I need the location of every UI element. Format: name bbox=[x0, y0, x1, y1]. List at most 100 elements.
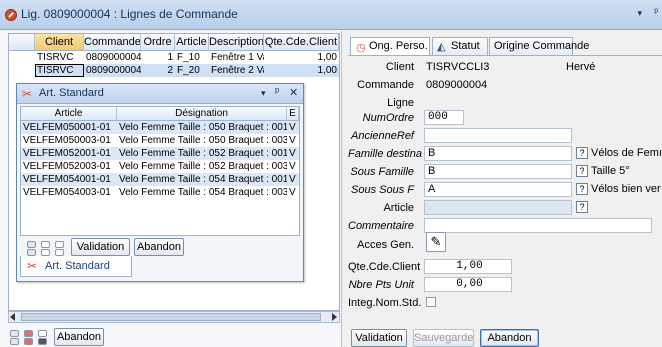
table-row-cell-ordre[interactable]: 2 bbox=[141, 64, 175, 77]
option-icon[interactable] bbox=[38, 330, 47, 337]
qte-label: Qte.Cde.Client bbox=[348, 261, 421, 273]
table-row-cell-article: VELFEM054003-01 bbox=[23, 187, 111, 198]
abandon-button[interactable]: Abandon bbox=[134, 238, 184, 256]
option-icon[interactable] bbox=[41, 249, 50, 256]
art-standard-titlebar[interactable]: ✂ Art. Standard ▾ ᵖ ✕ bbox=[17, 84, 303, 104]
move-down-icon[interactable] bbox=[10, 338, 19, 345]
window-menu-arrow-icon[interactable]: ▾ bbox=[261, 88, 266, 99]
option-icon[interactable] bbox=[38, 338, 47, 345]
famille-description: Vélos de Femı bbox=[591, 147, 661, 159]
option-icon[interactable] bbox=[55, 249, 64, 256]
integ-checkbox[interactable] bbox=[426, 297, 436, 307]
window-pin-icon[interactable]: ᵖ bbox=[275, 86, 279, 98]
edit-icon[interactable]: ✎ bbox=[426, 232, 446, 252]
option-icon[interactable] bbox=[55, 241, 64, 248]
help-icon[interactable]: ? bbox=[576, 165, 588, 177]
abandon-button[interactable]: Abandon bbox=[54, 328, 104, 346]
column-header-client[interactable]: Client bbox=[35, 34, 84, 51]
help-icon[interactable]: ? bbox=[576, 147, 588, 159]
tools-icon: ✂ bbox=[22, 87, 33, 101]
table-row[interactable]: VELFEM054001-01 Velo Femme Taille : 054 … bbox=[21, 173, 299, 186]
table-row-cell-e: V bbox=[289, 148, 296, 159]
abandon-button[interactable]: Abandon bbox=[480, 329, 539, 347]
ancienneref-field[interactable] bbox=[424, 128, 572, 143]
qte-field[interactable]: 1,00 bbox=[424, 259, 512, 274]
sousfamille-field[interactable]: B bbox=[424, 164, 572, 179]
horizontal-scrollbar[interactable] bbox=[8, 311, 340, 323]
tab-label: Statut bbox=[451, 40, 480, 52]
table-row-cell-article: VELFEM054001-01 bbox=[23, 174, 111, 185]
column-header-qte[interactable]: Qte.Cde.Client bbox=[264, 34, 339, 51]
table-row-cell-article: VELFEM050001-01 bbox=[23, 122, 111, 133]
table-row[interactable]: VELFEM054003-01 Velo Femme Taille : 054 … bbox=[21, 186, 299, 199]
table-row-cell-client[interactable]: TISRVC bbox=[35, 64, 84, 77]
article-label: Article bbox=[383, 202, 414, 214]
table-row[interactable]: VELFEM050001-01 Velo Femme Taille : 050 … bbox=[21, 121, 299, 134]
article-field[interactable] bbox=[424, 200, 572, 215]
commande-value: 0809000004 bbox=[426, 79, 488, 91]
form-panel: Client TISRVCCLI3 Hervé Commande 0809000… bbox=[348, 55, 662, 318]
help-icon[interactable]: ? bbox=[576, 201, 588, 213]
validation-button[interactable]: Validation bbox=[71, 238, 130, 256]
numordre-label: NumOrdre bbox=[362, 112, 414, 124]
table-row-cell-designation: Velo Femme Taille : 050 Braquet : 003 bbox=[119, 135, 287, 146]
table-row-cell-designation: Velo Femme Taille : 054 Braquet : 003 bbox=[119, 187, 287, 198]
tab-art-standard[interactable]: ✂ Art. Standard bbox=[20, 256, 132, 277]
validation-button[interactable]: Validation bbox=[351, 329, 407, 347]
client-value: TISRVCCLI3 bbox=[426, 61, 490, 73]
table-row-cell-article[interactable]: F_10 bbox=[175, 51, 209, 64]
table-row-cell-article: VELFEM052003-01 bbox=[23, 161, 111, 172]
table-row-cell-ordre[interactable]: 1 bbox=[141, 51, 175, 64]
tab-label: Ong. Perso. bbox=[369, 40, 428, 52]
scroll-thumb[interactable] bbox=[21, 313, 321, 321]
column-header-article[interactable]: Article bbox=[175, 34, 209, 51]
help-icon[interactable]: ? bbox=[576, 183, 588, 195]
move-up-icon[interactable] bbox=[27, 241, 36, 248]
table-row-cell-article[interactable]: F_20 bbox=[175, 64, 209, 77]
window-menu-arrow-icon[interactable]: ▾ bbox=[637, 8, 642, 19]
table-row-cell-client[interactable]: TISRVC bbox=[35, 51, 84, 64]
move-down-icon[interactable] bbox=[27, 249, 36, 256]
table-row[interactable]: VELFEM050003-01 Velo Femme Taille : 050 … bbox=[21, 134, 299, 147]
numordre-field[interactable]: 000 bbox=[424, 110, 464, 125]
table-row-cell-commande[interactable]: 0809000004 bbox=[84, 51, 141, 64]
table-row[interactable]: VELFEM052003-01 Velo Femme Taille : 052 … bbox=[21, 160, 299, 173]
table-row[interactable]: VELFEM052001-01 Velo Femme Taille : 052 … bbox=[21, 147, 299, 160]
option-icon[interactable] bbox=[41, 241, 50, 248]
table-row-cell-e: V bbox=[289, 122, 296, 133]
table-row-cell-e: V bbox=[289, 174, 296, 185]
window-pin-icon[interactable]: ᵖ bbox=[654, 7, 658, 18]
art-standard-window: ✂ Art. Standard ▾ ᵖ ✕ Article Désignatio… bbox=[16, 83, 304, 282]
delete-icon[interactable] bbox=[24, 338, 33, 345]
column-header-designation[interactable]: Désignation bbox=[117, 107, 287, 121]
table-row-cell-description[interactable]: Fenêtre 1 Va bbox=[209, 51, 264, 64]
commentaire-field[interactable] bbox=[424, 218, 652, 233]
column-header-commande[interactable]: Commande bbox=[84, 34, 141, 51]
column-header-article[interactable]: Article bbox=[21, 107, 117, 121]
table-row-cell-qte[interactable]: 1,00 bbox=[264, 64, 339, 77]
art-standard-table[interactable]: Article Désignation E VELFEM050001-01 Ve… bbox=[20, 106, 300, 236]
move-up-icon[interactable] bbox=[10, 330, 19, 337]
column-header-e[interactable]: E bbox=[287, 107, 299, 121]
table-row-cell-qte[interactable]: 1,00 bbox=[264, 51, 339, 64]
no-entry-icon bbox=[5, 9, 17, 21]
table-row-cell-commande[interactable]: 0809000004 bbox=[84, 64, 141, 77]
scroll-left-icon[interactable] bbox=[10, 313, 15, 321]
tab-origine-commande[interactable]: Origine Commande bbox=[489, 37, 589, 55]
tab-statut[interactable]: ◭ Statut bbox=[432, 37, 488, 55]
column-header-description[interactable]: Description bbox=[209, 34, 264, 51]
sauvegarde-button[interactable]: Sauvegarde bbox=[413, 329, 474, 347]
grid-row-selector-header bbox=[9, 34, 35, 51]
famille-field[interactable]: B bbox=[424, 146, 572, 161]
nbre-pts-field[interactable]: 0,00 bbox=[424, 277, 512, 292]
close-icon[interactable]: ✕ bbox=[289, 86, 298, 99]
table-row-cell-article: VELFEM052001-01 bbox=[23, 148, 111, 159]
soussousf-field[interactable]: A bbox=[424, 182, 572, 197]
column-header-ordre[interactable]: Ordre bbox=[141, 34, 175, 51]
table-row-cell-e: V bbox=[289, 187, 296, 198]
table-row-cell-designation: Velo Femme Taille : 052 Braquet : 003 bbox=[119, 161, 287, 172]
scroll-right-icon[interactable] bbox=[332, 313, 337, 321]
delete-icon[interactable] bbox=[24, 330, 33, 337]
table-row-cell-description[interactable]: Fenêtre 2 Va bbox=[209, 64, 264, 77]
tab-ong-perso[interactable]: ◷ Ong. Perso. bbox=[350, 37, 430, 56]
